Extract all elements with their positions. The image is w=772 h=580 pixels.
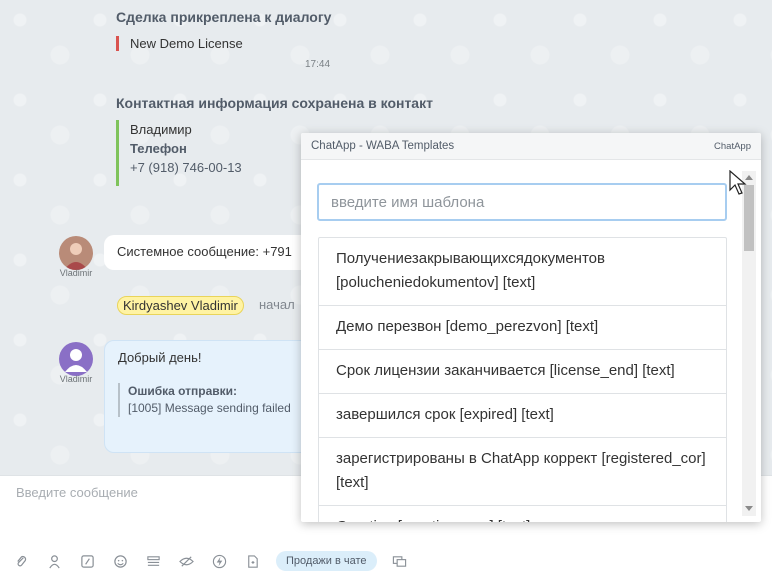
template-item[interactable]: Демо перезвон [demo_perezvon] [text] <box>319 306 726 350</box>
list-icon[interactable] <box>142 550 164 572</box>
error-title: Ошибка отправки: <box>128 384 238 398</box>
lightning-icon[interactable] <box>208 550 230 572</box>
message-input[interactable]: Введите сообщение <box>16 485 138 500</box>
popup-brand: ChatApp <box>714 141 751 152</box>
eye-off-icon[interactable] <box>175 550 197 572</box>
template-list: Получениезакрывающихсядокументов [poluch… <box>318 237 727 522</box>
template-item[interactable]: завершился срок [expired] [text] <box>319 394 726 438</box>
deal-link[interactable]: New Demo License <box>116 36 331 51</box>
user-avatar-icon <box>59 342 93 376</box>
document-icon[interactable] <box>241 550 263 572</box>
template-item[interactable]: Greeting [greeting_eng] [text] <box>319 506 726 522</box>
popup-title: ChatApp - WABA Templates <box>311 140 455 152</box>
person-icon[interactable] <box>43 550 65 572</box>
template-item[interactable]: Срок лицензии заканчивается [license_end… <box>319 350 726 394</box>
avatar-name: Vladimir <box>59 374 93 384</box>
avatar[interactable] <box>59 236 93 270</box>
template-item[interactable]: зарегистрированы в ChatApp коррект [regi… <box>319 438 726 506</box>
scroll-down-arrow-icon[interactable] <box>745 506 753 511</box>
mouse-cursor-icon <box>729 170 747 195</box>
chat-window-icon[interactable] <box>389 550 411 572</box>
user-mention[interactable]: Kirdyashev Vladimir <box>117 296 244 315</box>
deal-name[interactable]: New Demo License <box>130 36 243 51</box>
message-time: 17:44 <box>305 59 331 70</box>
template-item[interactable]: Получениезакрывающихсядокументов [poluch… <box>319 238 726 306</box>
user-action-text: начал <box>259 297 295 312</box>
deal-attached-block: Сделка прикреплена к диалогу New Demo Li… <box>116 9 331 51</box>
avatar-name: Vladimir <box>59 268 93 278</box>
avatar-photo-icon <box>59 236 93 270</box>
edit-icon[interactable] <box>76 550 98 572</box>
templates-popup: ChatApp - WABA Templates ChatApp Получен… <box>301 133 761 522</box>
popup-header: ChatApp - WABA Templates ChatApp <box>301 133 761 160</box>
deal-attached-title: Сделка прикреплена к диалогу <box>116 9 332 25</box>
sales-in-chat-button[interactable]: Продажи в чате <box>276 551 377 571</box>
smile-icon[interactable] <box>109 550 131 572</box>
input-toolbar: Продажи в чате <box>10 550 422 572</box>
avatar[interactable] <box>59 342 93 376</box>
popup-body: Получениезакрывающихсядокументов [poluch… <box>301 161 741 522</box>
paperclip-icon[interactable] <box>10 550 32 572</box>
contact-saved-title: Контактная информация сохранена в контак… <box>116 95 433 111</box>
popup-scrollbar[interactable] <box>742 171 756 516</box>
system-message-text: Системное сообщение: +791 <box>117 244 292 259</box>
template-search-input[interactable] <box>317 183 727 221</box>
